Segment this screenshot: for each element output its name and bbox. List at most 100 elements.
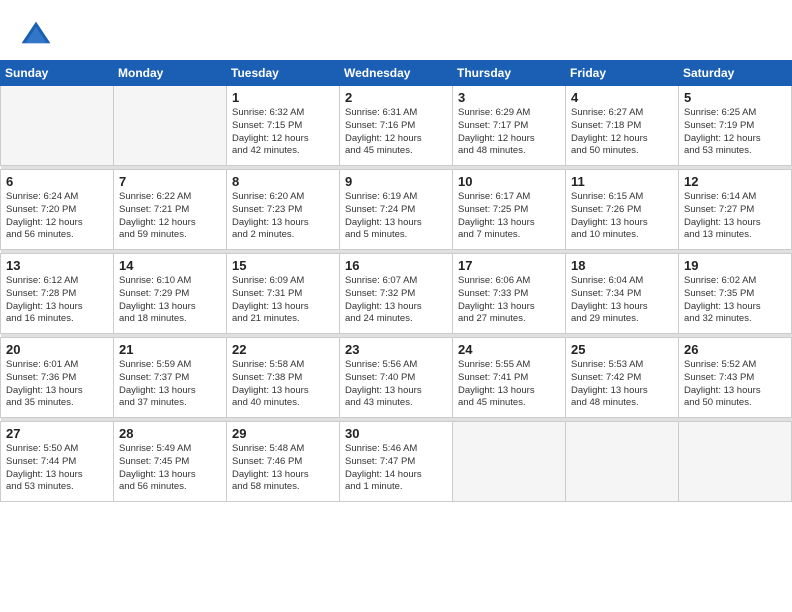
day-number: 10: [458, 174, 560, 189]
day-info: Sunrise: 6:27 AM Sunset: 7:18 PM Dayligh…: [571, 107, 673, 158]
day-number: 24: [458, 342, 560, 357]
day-info: Sunrise: 6:01 AM Sunset: 7:36 PM Dayligh…: [6, 359, 108, 410]
calendar-cell: 16 Sunrise: 6:07 AM Sunset: 7:32 PM Dayli…: [340, 254, 453, 334]
weekday-header-row: SundayMondayTuesdayWednesdayThursdayFrid…: [1, 61, 792, 86]
calendar-cell: 10 Sunrise: 6:17 AM Sunset: 7:25 PM Dayli…: [453, 170, 566, 250]
day-info: Sunrise: 6:02 AM Sunset: 7:35 PM Dayligh…: [684, 275, 786, 326]
calendar-cell: 30 Sunrise: 5:46 AM Sunset: 7:47 PM Dayli…: [340, 422, 453, 502]
day-info: Sunrise: 6:14 AM Sunset: 7:27 PM Dayligh…: [684, 191, 786, 242]
calendar-cell: 18 Sunrise: 6:04 AM Sunset: 7:34 PM Dayli…: [566, 254, 679, 334]
day-number: 26: [684, 342, 786, 357]
calendar-cell: 4 Sunrise: 6:27 AM Sunset: 7:18 PM Daylig…: [566, 86, 679, 166]
day-info: Sunrise: 6:04 AM Sunset: 7:34 PM Dayligh…: [571, 275, 673, 326]
day-number: 19: [684, 258, 786, 273]
calendar-cell: 5 Sunrise: 6:25 AM Sunset: 7:19 PM Daylig…: [679, 86, 792, 166]
calendar-cell: [114, 86, 227, 166]
day-info: Sunrise: 5:52 AM Sunset: 7:43 PM Dayligh…: [684, 359, 786, 410]
day-number: 17: [458, 258, 560, 273]
day-number: 12: [684, 174, 786, 189]
day-number: 28: [119, 426, 221, 441]
day-info: Sunrise: 6:17 AM Sunset: 7:25 PM Dayligh…: [458, 191, 560, 242]
day-number: 20: [6, 342, 108, 357]
day-info: Sunrise: 6:06 AM Sunset: 7:33 PM Dayligh…: [458, 275, 560, 326]
calendar-cell: 23 Sunrise: 5:56 AM Sunset: 7:40 PM Dayli…: [340, 338, 453, 418]
calendar-cell: [679, 422, 792, 502]
weekday-header-sunday: Sunday: [1, 61, 114, 86]
day-info: Sunrise: 5:49 AM Sunset: 7:45 PM Dayligh…: [119, 443, 221, 494]
calendar-cell: 2 Sunrise: 6:31 AM Sunset: 7:16 PM Daylig…: [340, 86, 453, 166]
calendar-cell: [1, 86, 114, 166]
logo-icon: [18, 18, 54, 54]
calendar-cell: 27 Sunrise: 5:50 AM Sunset: 7:44 PM Dayli…: [1, 422, 114, 502]
day-number: 4: [571, 90, 673, 105]
calendar-cell: 14 Sunrise: 6:10 AM Sunset: 7:29 PM Dayli…: [114, 254, 227, 334]
day-number: 5: [684, 90, 786, 105]
calendar-cell: 7Sunrise: 6:22 AM Sunset: 7:21 PM Daylig…: [114, 170, 227, 250]
calendar-cell: 25Sunrise: 5:53 AM Sunset: 7:42 PM Dayli…: [566, 338, 679, 418]
weekday-header-saturday: Saturday: [679, 61, 792, 86]
weekday-header-friday: Friday: [566, 61, 679, 86]
day-number: 23: [345, 342, 447, 357]
day-info: Sunrise: 5:55 AM Sunset: 7:41 PM Dayligh…: [458, 359, 560, 410]
day-info: Sunrise: 6:15 AM Sunset: 7:26 PM Dayligh…: [571, 191, 673, 242]
day-number: 18: [571, 258, 673, 273]
weekday-header-thursday: Thursday: [453, 61, 566, 86]
calendar-cell: 19 Sunrise: 6:02 AM Sunset: 7:35 PM Dayli…: [679, 254, 792, 334]
day-number: 2: [345, 90, 447, 105]
day-info: Sunrise: 6:29 AM Sunset: 7:17 PM Dayligh…: [458, 107, 560, 158]
day-info: Sunrise: 5:48 AM Sunset: 7:46 PM Dayligh…: [232, 443, 334, 494]
day-info: Sunrise: 6:32 AM Sunset: 7:15 PM Dayligh…: [232, 107, 334, 158]
calendar-cell: 15Sunrise: 6:09 AM Sunset: 7:31 PM Dayli…: [227, 254, 340, 334]
logo: [18, 18, 60, 54]
day-number: 15: [232, 258, 334, 273]
calendar-week-row: 13Sunrise: 6:12 AM Sunset: 7:28 PM Dayli…: [1, 254, 792, 334]
day-number: 7: [119, 174, 221, 189]
day-info: Sunrise: 6:07 AM Sunset: 7:32 PM Dayligh…: [345, 275, 447, 326]
day-number: 27: [6, 426, 108, 441]
day-number: 1: [232, 90, 334, 105]
calendar-cell: 17 Sunrise: 6:06 AM Sunset: 7:33 PM Dayli…: [453, 254, 566, 334]
calendar-cell: 20 Sunrise: 6:01 AM Sunset: 7:36 PM Dayli…: [1, 338, 114, 418]
day-number: 21: [119, 342, 221, 357]
calendar-cell: 26 Sunrise: 5:52 AM Sunset: 7:43 PM Dayli…: [679, 338, 792, 418]
calendar-cell: 29 Sunrise: 5:48 AM Sunset: 7:46 PM Dayli…: [227, 422, 340, 502]
calendar-cell: [453, 422, 566, 502]
calendar-week-row: 1 Sunrise: 6:32 AM Sunset: 7:15 PM Daylig…: [1, 86, 792, 166]
day-info: Sunrise: 6:20 AM Sunset: 7:23 PM Dayligh…: [232, 191, 334, 242]
weekday-header-wednesday: Wednesday: [340, 61, 453, 86]
day-number: 16: [345, 258, 447, 273]
day-info: Sunrise: 5:58 AM Sunset: 7:38 PM Dayligh…: [232, 359, 334, 410]
page-header: [0, 0, 792, 60]
calendar-cell: 6 Sunrise: 6:24 AM Sunset: 7:20 PM Daylig…: [1, 170, 114, 250]
day-number: 6: [6, 174, 108, 189]
day-number: 3: [458, 90, 560, 105]
calendar-cell: 21Sunrise: 5:59 AM Sunset: 7:37 PM Dayli…: [114, 338, 227, 418]
day-number: 11: [571, 174, 673, 189]
day-info: Sunrise: 5:56 AM Sunset: 7:40 PM Dayligh…: [345, 359, 447, 410]
calendar-week-row: 27 Sunrise: 5:50 AM Sunset: 7:44 PM Dayli…: [1, 422, 792, 502]
day-number: 29: [232, 426, 334, 441]
day-info: Sunrise: 6:25 AM Sunset: 7:19 PM Dayligh…: [684, 107, 786, 158]
calendar-cell: 1 Sunrise: 6:32 AM Sunset: 7:15 PM Daylig…: [227, 86, 340, 166]
day-number: 30: [345, 426, 447, 441]
calendar-cell: 11 Sunrise: 6:15 AM Sunset: 7:26 PM Dayli…: [566, 170, 679, 250]
day-info: Sunrise: 6:10 AM Sunset: 7:29 PM Dayligh…: [119, 275, 221, 326]
day-info: Sunrise: 6:31 AM Sunset: 7:16 PM Dayligh…: [345, 107, 447, 158]
day-number: 25: [571, 342, 673, 357]
day-number: 8: [232, 174, 334, 189]
day-number: 14: [119, 258, 221, 273]
day-info: Sunrise: 6:12 AM Sunset: 7:28 PM Dayligh…: [6, 275, 108, 326]
calendar-cell: 28 Sunrise: 5:49 AM Sunset: 7:45 PM Dayli…: [114, 422, 227, 502]
calendar-cell: [566, 422, 679, 502]
day-number: 22: [232, 342, 334, 357]
day-number: 9: [345, 174, 447, 189]
day-info: Sunrise: 6:24 AM Sunset: 7:20 PM Dayligh…: [6, 191, 108, 242]
calendar-cell: 13Sunrise: 6:12 AM Sunset: 7:28 PM Dayli…: [1, 254, 114, 334]
calendar-cell: 12 Sunrise: 6:14 AM Sunset: 7:27 PM Dayli…: [679, 170, 792, 250]
day-info: Sunrise: 5:46 AM Sunset: 7:47 PM Dayligh…: [345, 443, 447, 494]
calendar-week-row: 6 Sunrise: 6:24 AM Sunset: 7:20 PM Daylig…: [1, 170, 792, 250]
day-info: Sunrise: 5:50 AM Sunset: 7:44 PM Dayligh…: [6, 443, 108, 494]
calendar-cell: 22 Sunrise: 5:58 AM Sunset: 7:38 PM Dayli…: [227, 338, 340, 418]
calendar-cell: 8 Sunrise: 6:20 AM Sunset: 7:23 PM Daylig…: [227, 170, 340, 250]
day-info: Sunrise: 6:19 AM Sunset: 7:24 PM Dayligh…: [345, 191, 447, 242]
